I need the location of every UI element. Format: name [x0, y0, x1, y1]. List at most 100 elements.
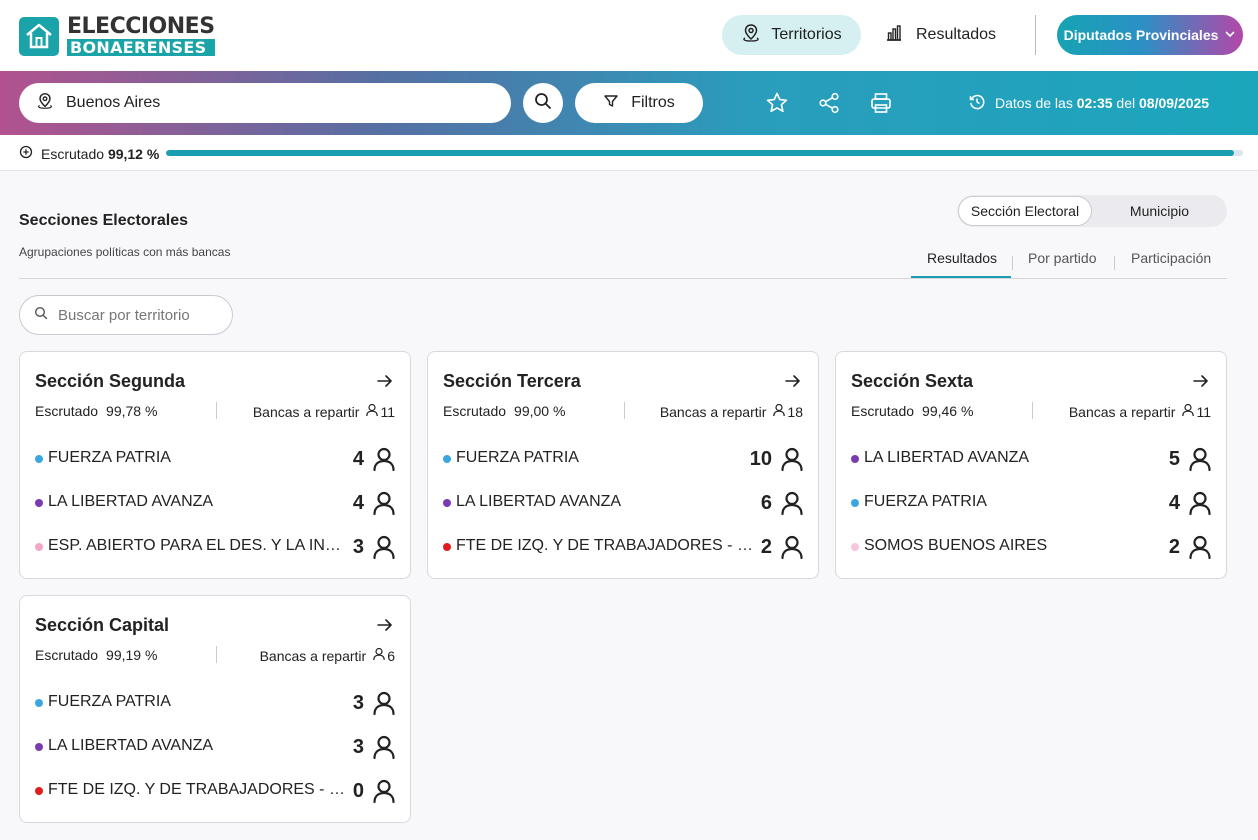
card-escrutado-label: Escrutado	[443, 403, 507, 419]
filtros-button[interactable]: Filtros	[575, 83, 703, 123]
card-bancas-value: 11	[1196, 403, 1211, 420]
toolbar-band: Buenos Aires Filtros Datos de las 02:35 …	[0, 71, 1258, 135]
card-bancas-value: 18	[787, 403, 803, 420]
location-selector[interactable]: Buenos Aires	[19, 83, 511, 123]
nav-resultados-label: Resultados	[916, 26, 997, 43]
seccion-card[interactable]: Sección Segunda Escrutado 99,78 % Bancas a …	[19, 351, 411, 579]
tab-resultados[interactable]: Resultados	[927, 250, 997, 266]
card-escrutado-label: Escrutado	[851, 403, 915, 419]
arrow-right-icon[interactable]	[784, 372, 802, 390]
datos-mid: del	[1116, 95, 1136, 111]
card-bancas-label: Bancas a repartir	[659, 403, 767, 420]
seccion-card[interactable]: Sección Capital Escrutado 99,19 % Bancas a …	[19, 595, 411, 823]
card-divider	[1032, 402, 1033, 419]
card-title: Sección Capital	[35, 615, 170, 635]
party-name: FUERZA PATRIA	[456, 449, 579, 466]
refresh-clock-icon	[968, 93, 986, 114]
card-bancas-value: 6	[387, 647, 395, 664]
person-icon	[779, 446, 805, 472]
arrow-right-icon[interactable]	[376, 372, 394, 390]
party-seats: 10	[749, 448, 772, 470]
party-color-dot	[851, 455, 859, 463]
map-pin-icon	[741, 23, 761, 48]
tab-separator	[1114, 256, 1115, 270]
app-logo[interactable]: ELECCIONES BONAERENSES	[19, 16, 215, 56]
progress-label: Escrutado	[41, 145, 105, 162]
card-title: Sección Segunda	[35, 371, 186, 391]
section-title: Secciones Electorales	[19, 212, 188, 229]
card-bancas: Bancas a repartir 11	[1069, 403, 1211, 420]
person-icon	[371, 534, 397, 560]
tab-por-partido[interactable]: Por partido	[1028, 250, 1096, 266]
progress-value: 99,12 %	[107, 145, 160, 162]
tab-participacion[interactable]: Participación	[1131, 250, 1211, 266]
plus-circle-icon[interactable]	[19, 145, 33, 162]
search-icon	[34, 306, 48, 324]
toggle-seccion-electoral[interactable]: Sección Electoral	[958, 196, 1092, 226]
nav-resultados-button[interactable]: Resultados	[884, 15, 996, 55]
person-icon	[1187, 490, 1213, 516]
card-bancas-value: 11	[380, 403, 395, 420]
card-divider	[216, 646, 217, 663]
person-icon	[371, 734, 397, 760]
party-seats: 3	[352, 692, 364, 714]
house-icon	[19, 16, 59, 56]
card-bancas: Bancas a repartir 11	[253, 403, 395, 420]
party-name: FUERZA PATRIA	[48, 449, 171, 466]
party-row: LA LIBERTAD AVANZA 4	[35, 488, 397, 518]
nav-territorios-button[interactable]: Territorios	[722, 15, 861, 55]
progress-bar-fill	[166, 150, 1234, 156]
party-seats: 4	[1168, 492, 1180, 514]
cargo-label: Diputados Provinciales	[1063, 27, 1219, 43]
card-escrutado-value: 99,46 %	[922, 403, 974, 419]
data-timestamp: Datos de las 02:35 del 08/09/2025	[968, 93, 1209, 113]
star-icon[interactable]	[765, 91, 789, 115]
search-button[interactable]	[523, 83, 563, 123]
person-icon	[372, 647, 386, 664]
progress-bar	[166, 150, 1243, 156]
territory-search-placeholder: Buscar por territorio	[58, 306, 190, 324]
card-title: Sección Sexta	[851, 371, 974, 391]
card-escrutado-label: Escrutado	[35, 403, 99, 419]
tab-active-indicator	[911, 276, 1011, 278]
party-color-dot	[851, 499, 859, 507]
filtros-label: Filtros	[631, 94, 675, 111]
arrow-right-icon[interactable]	[1192, 372, 1210, 390]
datos-date: 08/09/2025	[1139, 95, 1210, 111]
territory-search-input[interactable]: Buscar por territorio	[19, 295, 233, 335]
logo-subtitle: BONAERENSES	[67, 39, 215, 56]
cargo-selector[interactable]: Diputados Provinciales	[1057, 15, 1243, 55]
party-color-dot	[443, 499, 451, 507]
party-row: FTE DE IZQ. Y DE TRABAJADORES - UNIDAD 0	[35, 776, 397, 806]
location-pin-icon	[36, 92, 54, 115]
location-value: Buenos Aires	[66, 94, 161, 111]
print-icon[interactable]	[869, 91, 893, 115]
person-icon	[371, 778, 397, 804]
datos-time: 02:35	[1076, 95, 1113, 111]
card-bancas-label: Bancas a repartir	[252, 403, 360, 420]
tab-separator	[1012, 256, 1013, 270]
party-color-dot	[35, 743, 43, 751]
person-icon	[779, 534, 805, 560]
seccion-card[interactable]: Sección Tercera Escrutado 99,00 % Bancas a …	[427, 351, 819, 579]
party-row: FTE DE IZQ. Y DE TRABAJADORES - UNIDAD 2	[443, 532, 805, 562]
person-icon	[371, 690, 397, 716]
party-name: LA LIBERTAD AVANZA	[864, 449, 1030, 466]
datos-prefix: Datos de las	[995, 95, 1073, 111]
toggle-municipio[interactable]: Municipio	[1092, 195, 1227, 227]
card-escrutado-label: Escrutado	[35, 647, 99, 663]
logo-title: ELECCIONES	[67, 14, 215, 39]
party-name: FTE DE IZQ. Y DE TRABAJADORES - UNIDAD	[456, 537, 756, 554]
bar-chart-icon	[884, 23, 904, 48]
party-name: LA LIBERTAD AVANZA	[48, 493, 214, 510]
nav-divider	[1035, 15, 1036, 55]
party-color-dot	[35, 499, 43, 507]
person-icon	[371, 446, 397, 472]
arrow-right-icon[interactable]	[376, 616, 394, 634]
person-icon	[1181, 403, 1195, 420]
share-icon[interactable]	[817, 91, 841, 115]
card-escrutado: Escrutado 99,78 %	[35, 403, 157, 419]
seccion-card[interactable]: Sección Sexta Escrutado 99,46 % Bancas a re…	[835, 351, 1227, 579]
party-seats: 3	[352, 536, 364, 558]
person-icon	[365, 403, 379, 420]
